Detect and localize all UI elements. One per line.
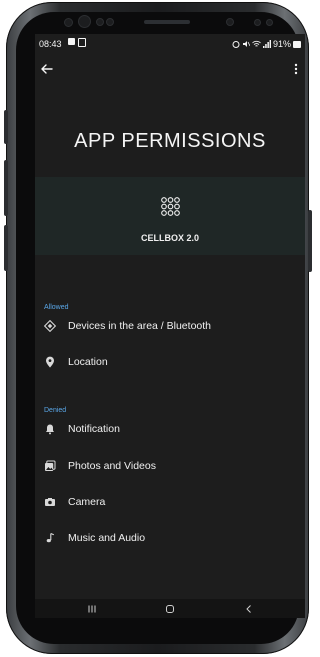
- battery-percent: 91%: [272, 39, 291, 49]
- signal-icon: [262, 40, 271, 48]
- home-button[interactable]: [150, 599, 190, 618]
- earpiece-speaker: [144, 20, 190, 24]
- sensor-dot: [106, 18, 114, 26]
- permission-label: Devices in the area / Bluetooth: [68, 320, 212, 332]
- more-vert-icon[interactable]: [291, 61, 301, 77]
- recent-apps-button[interactable]: [72, 599, 112, 618]
- sensor-dot: [96, 18, 104, 26]
- android-nav-bar: [35, 599, 305, 618]
- permission-label: Notification: [68, 423, 120, 435]
- permission-item-photos[interactable]: Photos and Videos: [44, 457, 294, 475]
- app-screen: 08:43 91% APP PERMISSIONS CELLBOX 2.0 Al…: [35, 34, 305, 618]
- section-label-allowed: Allowed: [44, 304, 69, 311]
- permission-label: Camera: [68, 496, 106, 508]
- sensor-dot: [266, 19, 273, 26]
- side-button-left-3: [4, 225, 8, 271]
- app-bar: [35, 58, 305, 82]
- wifi-icon: [252, 40, 261, 47]
- permission-item-music[interactable]: Music and Audio: [44, 529, 294, 547]
- permission-item-bluetooth[interactable]: Devices in the area / Bluetooth: [44, 317, 294, 335]
- mute-icon: [242, 41, 250, 47]
- grid-icon: [161, 197, 180, 216]
- back-arrow-icon[interactable]: [38, 60, 56, 78]
- sensor-dot: [226, 18, 234, 26]
- permission-label: Photos and Videos: [68, 460, 156, 472]
- permission-item-camera[interactable]: Camera: [44, 493, 294, 511]
- page-title: APP PERMISSIONS: [74, 130, 266, 152]
- music-note-icon: [46, 532, 55, 543]
- back-button[interactable]: [229, 599, 269, 618]
- photos-icon: [45, 460, 56, 471]
- status-bar: 08:43 91%: [35, 34, 305, 52]
- permission-item-location[interactable]: Location: [44, 353, 294, 371]
- front-camera: [78, 15, 91, 28]
- permission-label: Music and Audio: [68, 532, 146, 544]
- location-pin-icon: [46, 356, 54, 368]
- status-notification-icons: [68, 38, 86, 47]
- sensor-dot: [254, 19, 261, 26]
- permission-label: Location: [68, 356, 108, 368]
- lock-icon: [78, 38, 86, 47]
- bell-icon: [46, 424, 54, 435]
- alarm-icon: [232, 41, 240, 48]
- status-time: 08:43: [39, 39, 62, 49]
- recent-apps-icon: [88, 605, 96, 612]
- back-chevron-icon: [246, 604, 251, 613]
- sensor-dot: [64, 18, 73, 27]
- status-right-cluster: 91%: [232, 39, 301, 49]
- side-button-right: [308, 210, 312, 272]
- side-button-left-2: [4, 160, 8, 216]
- notification-icon: [68, 38, 75, 45]
- permission-item-notification[interactable]: Notification: [44, 420, 294, 438]
- side-button-left-1: [4, 110, 8, 144]
- battery-icon: [293, 40, 301, 48]
- home-icon: [166, 604, 174, 613]
- camera-icon: [45, 498, 55, 506]
- bluetooth-diamond-icon: [44, 320, 56, 332]
- app-name: CELLBOX 2.0: [140, 233, 199, 243]
- section-label-denied: Denied: [44, 407, 67, 414]
